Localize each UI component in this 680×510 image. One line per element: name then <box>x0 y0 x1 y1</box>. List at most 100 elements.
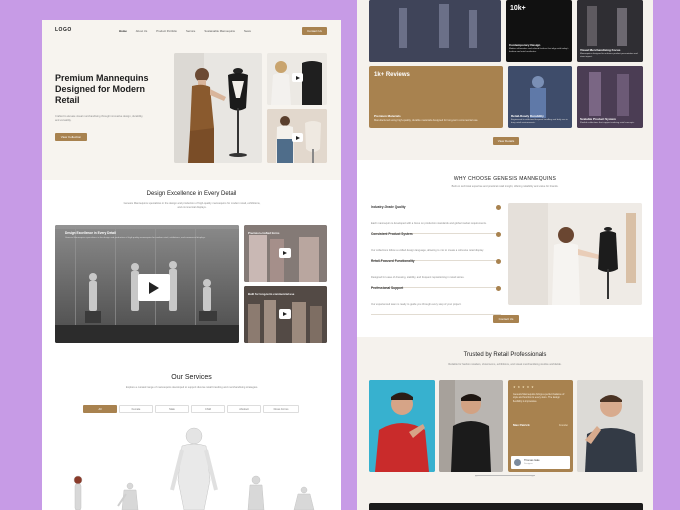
feature-desc: Each mannequin is developed with a focus… <box>371 222 487 225</box>
trusted-sub: Reliable for fashion retailers, showroom… <box>448 363 562 366</box>
design-sub: Genesis Mannequins specializes in the de… <box>123 202 261 209</box>
reviewer-role: Founder <box>559 424 568 427</box>
arrow-left-icon[interactable]: ← <box>475 474 478 478</box>
design-card2-title: Built for long-term commercial use <box>248 292 295 296</box>
why-sub: Built on technical expertise and practic… <box>451 185 559 188</box>
arrow-right-icon[interactable]: → <box>531 474 534 478</box>
view-details-button[interactable]: View Details <box>493 137 519 145</box>
feature-title: Retail-Focused Functionality <box>371 259 415 263</box>
hero-title: Premium Mannequins Designed for Modern R… <box>55 73 149 105</box>
play-icon[interactable] <box>292 73 303 82</box>
feature-title: Professional Support <box>371 286 404 290</box>
chevron-icon <box>496 205 501 210</box>
play-icon[interactable] <box>279 309 291 319</box>
reviews-desc: Manufactured using high-quality, durable… <box>374 119 479 122</box>
why-contact-button[interactable]: Contact Us <box>493 315 519 323</box>
reviewer-name: Max Patrick <box>513 423 530 427</box>
feature-title: Industry-Grade Quality <box>371 205 406 209</box>
filter-all[interactable]: All <box>83 405 117 413</box>
filter-male[interactable]: Male <box>155 405 189 413</box>
trusted-heading: Trusted by Retail Professionals <box>463 352 547 358</box>
nav-service[interactable]: Service <box>186 29 195 33</box>
reviewer2-name: Thomas Gale <box>524 459 540 462</box>
play-icon[interactable] <box>138 274 170 301</box>
design-video-card-2[interactable]: Built for long-term commercial use <box>244 286 327 343</box>
stat-title: Contemporary Design <box>509 42 541 47</box>
visual-merch-title: Visual Merchandising Focus <box>580 47 621 52</box>
reviews-caption: Premium Materials Manufactured using high… <box>374 114 500 123</box>
carousel-track[interactable] <box>475 475 535 476</box>
feature-professional-support[interactable]: Professional Support Our experienced team… <box>371 286 501 315</box>
visual-merch-desc: Mannequins designed to enhance product p… <box>580 53 638 58</box>
scalable-desc: Flexible collections that support evolvi… <box>580 122 635 124</box>
hero-video-thumb-1[interactable] <box>267 53 327 105</box>
contact-button[interactable]: Contact Us <box>302 27 327 35</box>
view-collection-button[interactable]: View Collection <box>55 133 87 141</box>
why-heading: WHY CHOOSE GENESIS MANNEQUINS <box>453 176 557 182</box>
chevron-icon <box>496 286 501 291</box>
stat-card-contemporary: 10k+ Contemporary Design Modern silhouett… <box>506 0 572 62</box>
design-video-card-1[interactable]: Precision-crafted forms <box>244 225 327 282</box>
play-icon[interactable] <box>279 248 291 258</box>
photo-card-showroom <box>369 0 501 62</box>
testimonial-quote-card: ★ ★ ★ ★ ★ Genesis Mannequins brings a pe… <box>508 380 573 472</box>
avatar <box>514 459 521 466</box>
reviews-count: 1k+ Reviews <box>374 72 410 78</box>
services-sub: Explore a curated range of mannequins de… <box>126 386 258 389</box>
nav-home[interactable]: Home <box>119 29 127 33</box>
right-page: 10k+ Contemporary Design Modern silhouett… <box>357 0 653 510</box>
hero-photo <box>174 53 262 163</box>
feature-desc: Our experienced team is ready to guide y… <box>371 303 462 306</box>
design-main-caption: Design Excellence in Every Detail Genesi… <box>65 231 225 240</box>
hero-video-thumb-2[interactable] <box>267 109 327 163</box>
feature-desc: Designed for ease of dressing, stability… <box>371 276 465 279</box>
left-page: LOGO Home About Us Product Portfolio Ser… <box>42 20 341 510</box>
photo-card-scalable: Scalable Product System Flexible collecti… <box>577 66 643 128</box>
scalable-title: Scalable Product System <box>580 116 616 121</box>
durability-title: Retail-Ready Durability <box>511 113 544 118</box>
photo-card-visual-merch: Visual Merchandising Focus Mannequins des… <box>577 0 643 62</box>
design-main-title: Design Excellence in Every Detail <box>65 231 116 235</box>
feature-title: Consistent Product System <box>371 232 413 236</box>
footer-banner <box>369 503 643 510</box>
stat-caption: Contemporary Design Modern silhouettes an… <box>509 43 569 55</box>
rating-stars-icon: ★ ★ ★ ★ ★ <box>513 385 535 389</box>
scalable-caption: Scalable Product System Flexible collecti… <box>580 117 640 126</box>
reviewer-chip: Thomas Gale Designer <box>511 456 570 469</box>
photo-card-durability: Retail-Ready Durability Engineered to wit… <box>508 66 572 128</box>
feature-desc: Our collections follow a unified design … <box>371 249 484 252</box>
nav-about[interactable]: About Us <box>136 29 148 33</box>
feature-consistent-system[interactable]: Consistent Product System Our collections… <box>371 232 501 261</box>
design-video-main[interactable]: Design Excellence in Every Detail Genesi… <box>55 225 239 343</box>
services-heading: Our Services <box>171 374 212 381</box>
hero-desc: Crafted to elevate visual merchandising … <box>55 115 144 122</box>
play-icon[interactable] <box>292 133 303 142</box>
testimonial-photo-2 <box>439 380 503 472</box>
feature-retail-functionality[interactable]: Retail-Focused Functionality Designed for… <box>371 259 501 288</box>
reviews-card: 1k+ Reviews Premium Materials Manufacture… <box>369 66 503 128</box>
visual-merch-caption: Visual Merchandising Focus Mannequins des… <box>580 48 640 60</box>
chevron-icon <box>496 232 501 237</box>
nav-products[interactable]: Product Portfolio <box>156 29 177 33</box>
main-nav: Home About Us Product Portfolio Service … <box>119 29 260 33</box>
filter-child[interactable]: Child <box>191 405 225 413</box>
logo[interactable]: LOGO <box>55 27 72 33</box>
reviewer2-role: Designer <box>524 463 533 465</box>
filter-female[interactable]: Female <box>119 405 153 413</box>
filter-abstract[interactable]: Abstract <box>227 405 261 413</box>
nav-news[interactable]: News <box>244 29 251 33</box>
testimonial-quote: Genesis Mannequins brings a perfect bala… <box>513 393 565 403</box>
why-photo <box>508 203 642 305</box>
chevron-icon <box>496 259 501 264</box>
feature-industry-grade[interactable]: Industry-Grade Quality Each mannequin is … <box>371 205 501 234</box>
stat-desc: Modern silhouettes and refined finishes … <box>509 48 569 53</box>
reviews-title: Premium Materials <box>374 113 401 118</box>
services-mannequins-illustration <box>73 427 315 510</box>
nav-sustainable[interactable]: Sustainable Mannequins <box>204 29 235 33</box>
filter-dress-forms[interactable]: Dress Forms <box>263 405 299 413</box>
durability-caption: Retail-Ready Durability Engineered to wit… <box>511 114 569 126</box>
design-heading: Design Excellence in Every Detail <box>146 191 237 197</box>
testimonial-photo-3 <box>577 380 643 472</box>
design-card1-title: Precision-crafted forms <box>248 231 280 235</box>
testimonial-photo-1 <box>369 380 435 472</box>
